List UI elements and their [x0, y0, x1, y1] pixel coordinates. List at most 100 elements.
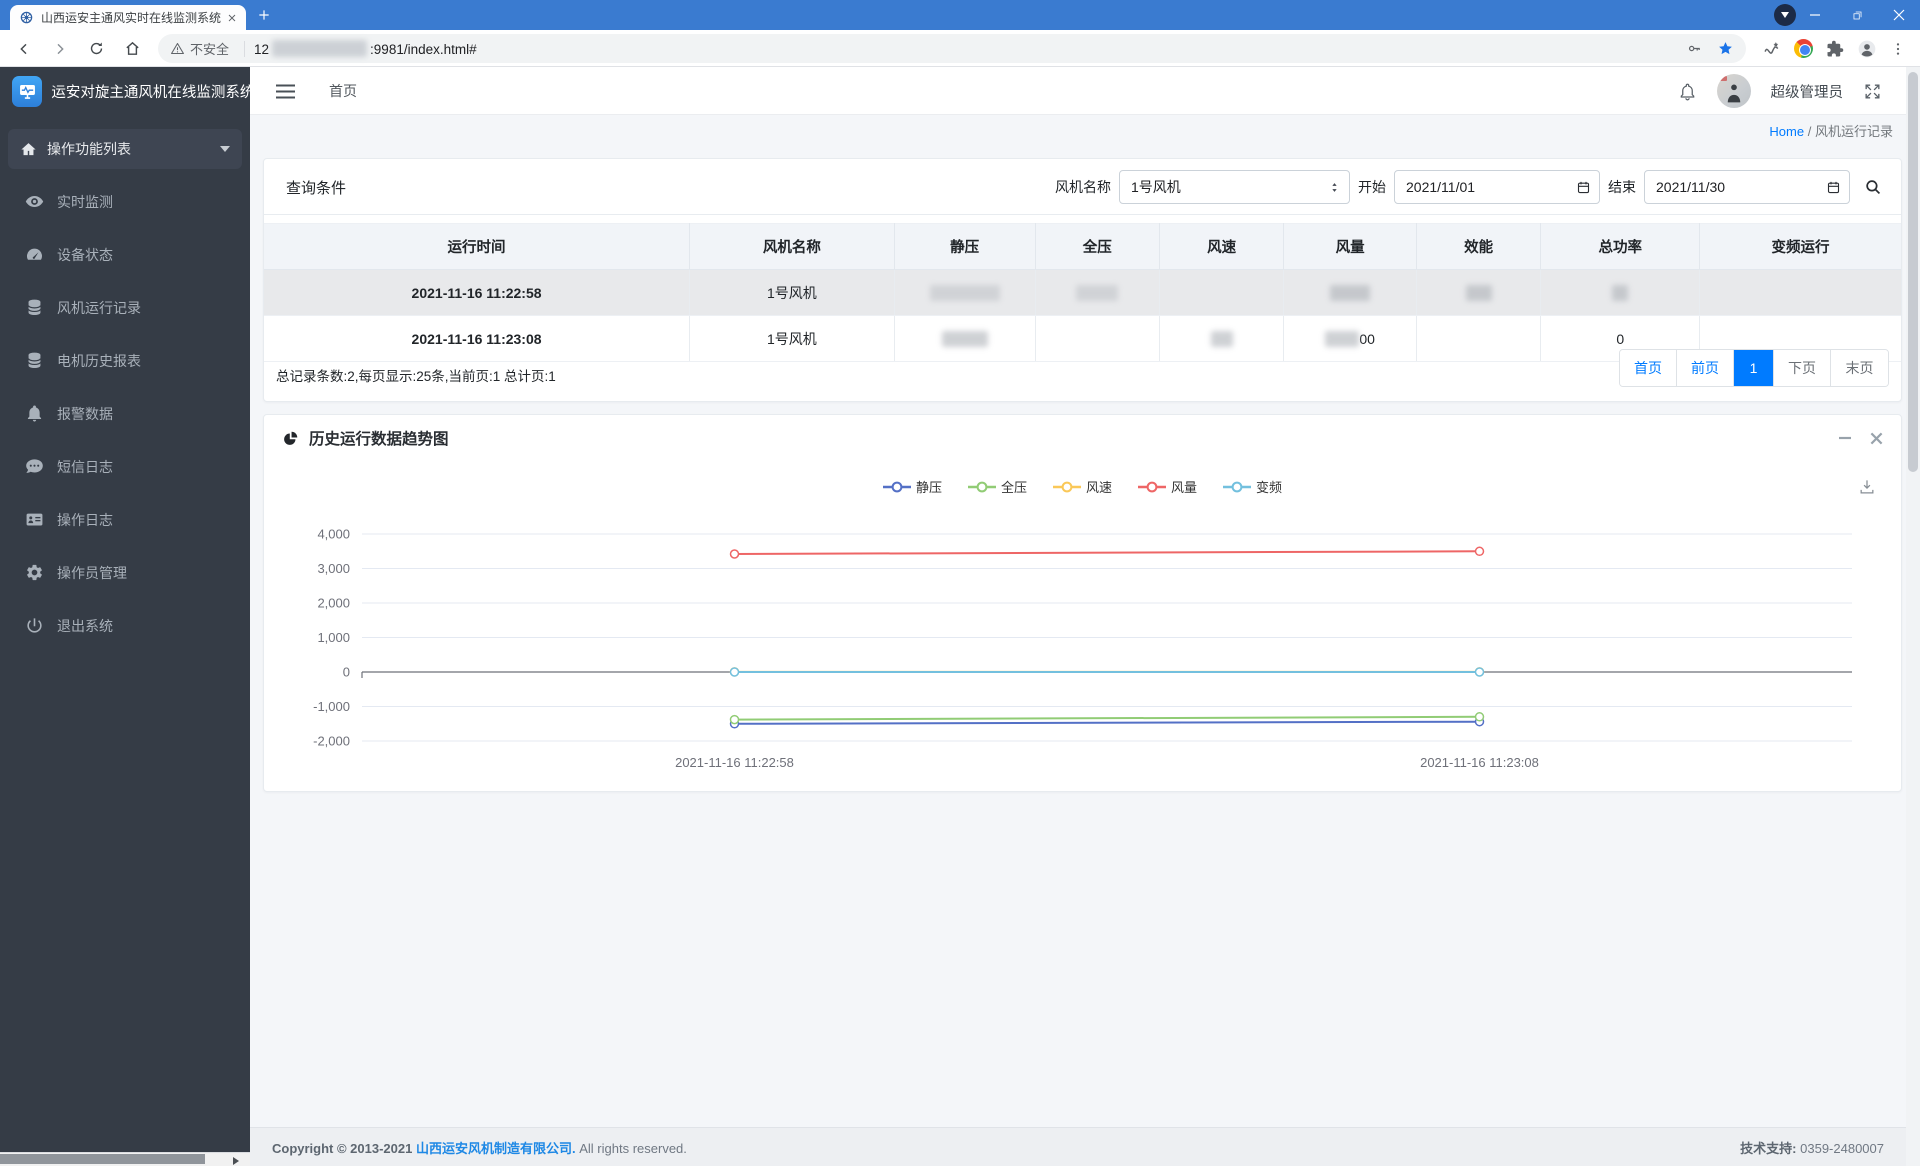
sidebar-item-label: 设备状态 — [57, 246, 113, 263]
pagination-first-button[interactable]: 首页 — [1620, 350, 1677, 386]
trend-chart: 4,000 3,000 2,000 1,000 0 -1,000 -2,000 2021-11… — [313, 527, 1852, 770]
sidebar-item-3[interactable]: 电机历史报表 — [0, 334, 250, 387]
url-divider — [244, 40, 246, 57]
table-cell — [894, 269, 1036, 316]
topbar-home-link[interactable]: 首页 — [329, 81, 357, 101]
query-row: 查询条件 风机名称 1号风机 开始 2021/11/01 结束 2021/11/… — [264, 159, 1901, 215]
notification-bell-icon[interactable] — [1678, 82, 1697, 101]
download-chart-icon[interactable] — [1857, 477, 1877, 497]
legend-item-静压[interactable]: 静压 — [882, 477, 942, 496]
sidebar-item-label: 操作员管理 — [57, 564, 127, 581]
bookmark-star-icon[interactable] — [1717, 40, 1734, 57]
browser-profile-avatar[interactable] — [1857, 39, 1877, 59]
start-date-input[interactable]: 2021/11/01 — [1394, 170, 1600, 204]
pagination-page-1-button[interactable]: 1 — [1734, 350, 1774, 386]
close-card-icon[interactable] — [1870, 432, 1883, 445]
sidebar-item-1[interactable]: 设备状态 — [0, 228, 250, 281]
app-topbar: 首页 超级管理员 — [250, 67, 1906, 115]
tab-search-button[interactable] — [1774, 4, 1796, 26]
breadcrumb-separator: / — [1807, 124, 1812, 139]
reload-icon[interactable] — [88, 40, 105, 57]
url-redacted-patch — [272, 40, 368, 57]
sidebar-item-label: 电机历史报表 — [57, 352, 141, 369]
company-name: 山西运安风机制造有限公司. — [415, 1140, 576, 1156]
url-text[interactable]: 12:9981/index.html# — [254, 40, 477, 57]
sidebar-hscrollbar-arrow-icon[interactable] — [233, 1157, 239, 1165]
pagination-prev-button[interactable]: 前页 — [1677, 350, 1734, 386]
not-secure-label[interactable]: 不安全 — [190, 39, 229, 58]
end-date-input[interactable]: 2021/11/30 — [1644, 170, 1850, 204]
table-cell: 1号风机 — [689, 269, 895, 316]
browser-menu-dots-icon[interactable] — [1890, 41, 1906, 57]
table-cell — [1540, 269, 1701, 316]
tab-title: 山西运安主通风实时在线监测系统 — [41, 11, 222, 25]
sidebar-hscrollbar-thumb[interactable] — [0, 1154, 205, 1164]
table-row[interactable]: 2021-11-16 11:22:58 1号风机 — [264, 269, 1901, 316]
sidebar-item-7[interactable]: 操作员管理 — [0, 546, 250, 599]
sidebar-item-6[interactable]: 操作日志 — [0, 493, 250, 546]
back-icon[interactable] — [16, 41, 32, 57]
pagination-last-button[interactable]: 末页 — [1831, 350, 1888, 386]
url-bar[interactable]: 不安全 12:9981/index.html# — [158, 34, 1746, 63]
legend-item-风量[interactable]: 风量 — [1138, 477, 1197, 496]
copyright-text: Copyright © 2013-2021 山西运安风机制造有限公司. All … — [272, 1140, 687, 1156]
records-table: 运行时间 风机名称 静压 全压 风速 风量 效能 总功率 变频运行 2021-11-16 11:… — [264, 223, 1901, 362]
collapse-card-icon[interactable] — [1838, 431, 1852, 445]
calendar-icon[interactable] — [1826, 180, 1841, 195]
table-cell: 00 — [1283, 315, 1417, 362]
sidebar-item-2[interactable]: 风机运行记录 — [0, 281, 250, 334]
calendar-icon[interactable] — [1576, 180, 1591, 195]
browser-toolbar-right — [1762, 30, 1906, 67]
table-cell — [1035, 269, 1160, 316]
pagination-next-button[interactable]: 下页 — [1774, 350, 1831, 386]
password-key-icon[interactable] — [1686, 40, 1703, 57]
legend-item-全压[interactable]: 全压 — [967, 477, 1027, 496]
chrome-icon[interactable] — [1794, 39, 1813, 58]
sidebar-item-0[interactable]: 实时监测 — [0, 175, 250, 228]
extension-icon[interactable] — [1762, 39, 1781, 58]
table-header-cell: 运行时间 — [264, 223, 691, 270]
browser-window: 山西运安主通风实时在线监测系统 不安全 12:9981/index.html#… — [0, 0, 1920, 1166]
new-tab-button[interactable] — [256, 7, 272, 23]
sidebar-item-label: 实时监测 — [57, 193, 113, 210]
page-vscrollbar-thumb[interactable] — [1908, 72, 1918, 472]
fan-select[interactable]: 1号风机 — [1119, 170, 1350, 204]
breadcrumb-home-link[interactable]: Home — [1769, 124, 1804, 139]
fullscreen-icon[interactable] — [1863, 82, 1882, 101]
browser-tab[interactable]: 山西运安主通风实时在线监测系统 — [10, 5, 246, 30]
forward-icon[interactable] — [52, 41, 68, 57]
table-header-row: 运行时间 风机名称 静压 全压 风速 风量 效能 总功率 变频运行 — [264, 223, 1901, 270]
sidebar-item-8[interactable]: 退出系统 — [0, 599, 250, 652]
database-icon — [25, 351, 44, 370]
legend-item-风速[interactable]: 风速 — [1052, 477, 1112, 496]
redacted-value-patch — [1612, 284, 1629, 301]
username-label[interactable]: 超级管理员 — [1771, 81, 1844, 102]
sidebar-menu-header[interactable]: 操作功能列表 — [8, 129, 242, 169]
legend-item-变频[interactable]: 变频 — [1223, 477, 1282, 496]
sidebar-item-4[interactable]: 报警数据 — [0, 387, 250, 440]
table-header-cell: 风量 — [1283, 223, 1417, 270]
sidebar-menu: 实时监测设备状态风机运行记录电机历史报表报警数据 短信日志 操作日志操作员管理退出系… — [0, 175, 250, 652]
table-header-cell: 效能 — [1416, 223, 1542, 270]
window-close-button[interactable] — [1878, 0, 1920, 30]
hamburger-menu-icon[interactable] — [276, 84, 295, 99]
table-cell — [1699, 269, 1901, 316]
start-date-label: 开始 — [1358, 179, 1386, 195]
window-minimize-button[interactable] — [1794, 0, 1836, 30]
comment-icon — [25, 457, 44, 476]
sidebar-item-5[interactable]: 短信日志 — [0, 440, 250, 493]
table-cell — [1159, 315, 1285, 362]
search-button[interactable] — [1864, 178, 1883, 197]
home-icon — [20, 141, 37, 158]
select-caret-icon — [1328, 180, 1341, 195]
user-avatar[interactable] — [1716, 74, 1751, 108]
redacted-value-patch — [1325, 330, 1360, 347]
chevron-down-icon — [220, 146, 230, 152]
tab-close-icon[interactable] — [226, 12, 238, 24]
extensions-puzzle-icon[interactable] — [1826, 40, 1844, 58]
table-cell: 1号风机 — [689, 315, 895, 362]
table-header-cell: 风机名称 — [689, 223, 895, 270]
app-logo-header: 运安对旋主通风机在线监测系统 — [0, 67, 250, 116]
browser-home-icon[interactable] — [124, 40, 141, 57]
window-restore-button[interactable] — [1836, 0, 1878, 30]
